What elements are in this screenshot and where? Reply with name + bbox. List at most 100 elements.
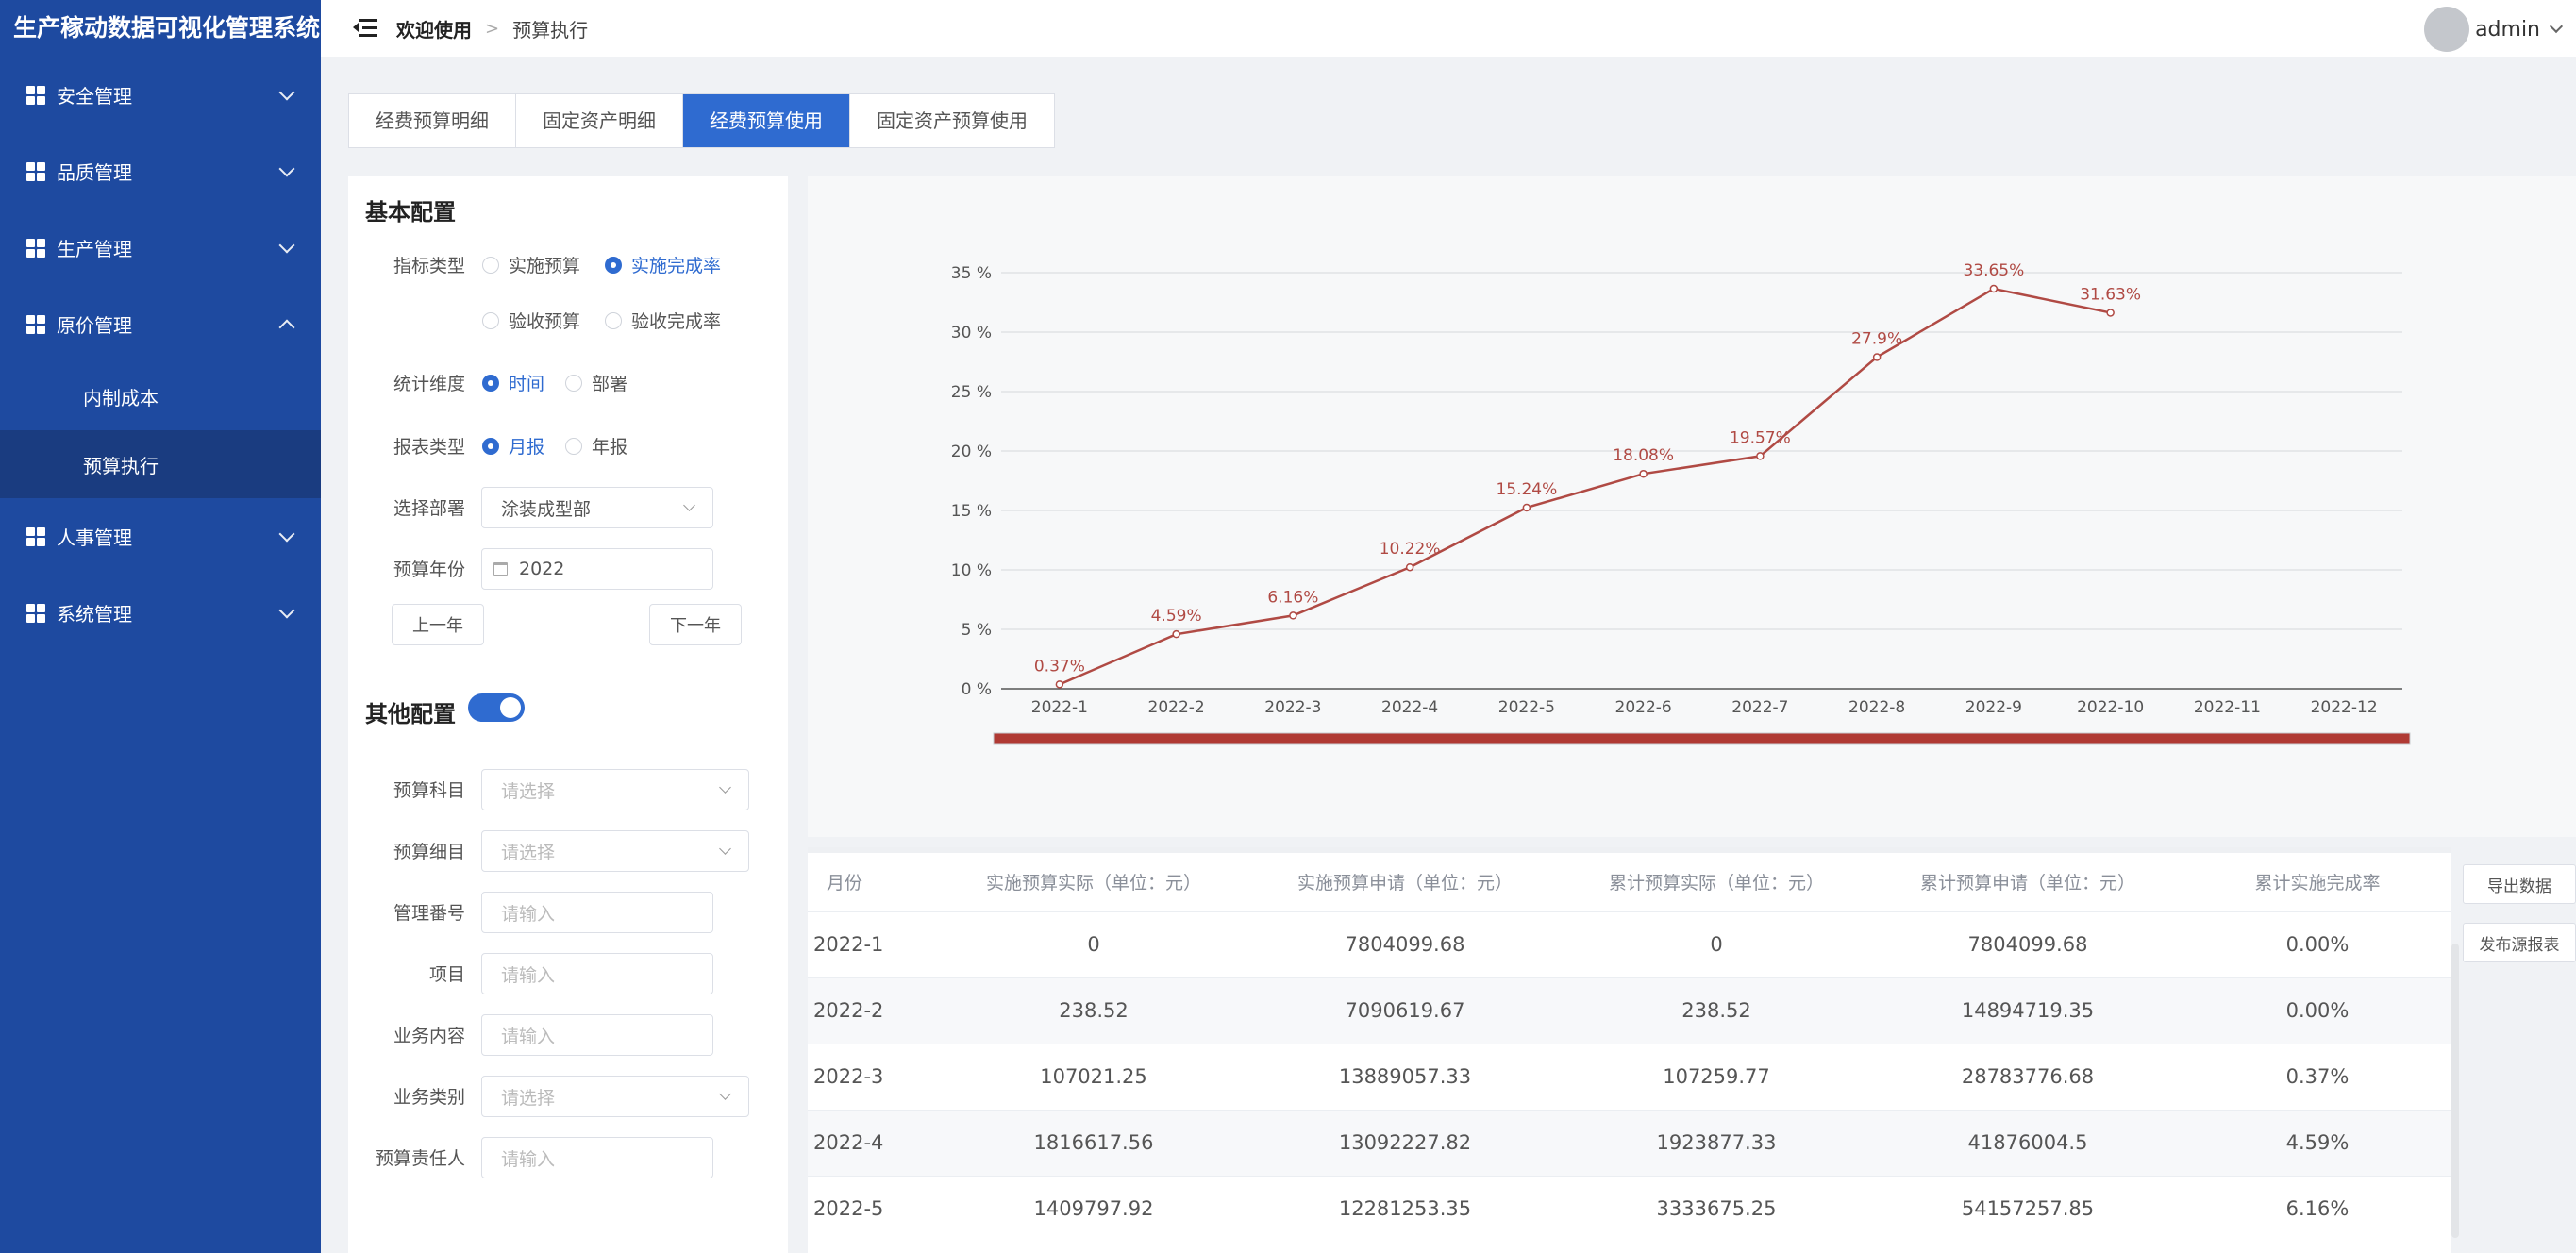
project-input[interactable]: 请输入 — [481, 953, 713, 994]
sidebar-item-cost[interactable]: 原价管理 — [0, 286, 321, 362]
sidebar-item-system[interactable]: 系统管理 — [0, 575, 321, 651]
cell-applied: 13092227.82 — [1249, 1109, 1561, 1176]
cell-cum-actual: 238.52 — [1561, 977, 1872, 1044]
radio-report-monthly[interactable]: 月报 — [482, 433, 544, 459]
radio-indicator-completion[interactable]: 实施完成率 — [605, 252, 721, 277]
x-tick-label: 2022-3 — [1264, 698, 1321, 717]
business-category-select[interactable]: 请选择 — [481, 1076, 749, 1117]
chevron-down-icon[interactable] — [2549, 19, 2564, 34]
y-tick-label: 5 % — [962, 621, 992, 640]
placeholder: 请输入 — [501, 903, 556, 925]
data-point — [1405, 562, 1414, 572]
table-header-row: 月份 实施预算实际（单位：元） 实施预算申请（单位：元） 累计预算实际（单位：元… — [808, 853, 2451, 911]
field-label: 预算细目 — [393, 842, 465, 862]
grid-icon — [26, 85, 45, 105]
radio-indicator-budget[interactable]: 实施预算 — [482, 252, 580, 277]
budget-owner-input[interactable]: 请输入 — [481, 1137, 713, 1178]
cell-month: 2022-5 — [808, 1175, 938, 1242]
user-menu[interactable]: admin — [2424, 7, 2564, 52]
sidebar-subitem-internal-cost[interactable]: 内制成本 — [0, 362, 321, 430]
chevron-up-icon — [278, 319, 295, 335]
radio-indicator-acceptance[interactable]: 验收预算 — [482, 308, 580, 333]
prev-year-button[interactable]: 上一年 — [392, 604, 484, 645]
grid-icon — [26, 603, 45, 623]
data-point — [1872, 353, 1882, 361]
business-content-input[interactable]: 请输入 — [481, 1014, 713, 1056]
department-select[interactable]: 涂装成型部 — [481, 487, 713, 528]
data-label: 31.63% — [2080, 285, 2141, 304]
sidebar-item-production[interactable]: 生产管理 — [0, 209, 321, 286]
top-header: 欢迎使用 > 预算执行 admin — [321, 0, 2576, 57]
column-header: 实施预算申请（单位：元） — [1296, 873, 1513, 894]
y-tick-label: 15 % — [951, 502, 992, 521]
year-picker[interactable]: 2022 — [481, 548, 713, 590]
cell-month: 2022-1 — [808, 911, 938, 977]
placeholder: 请输入 — [501, 1148, 556, 1170]
data-label: 19.57% — [1730, 428, 1791, 447]
field-label: 管理番号 — [393, 903, 465, 924]
field-label: 项目 — [428, 964, 465, 985]
cell-month: 2022-3 — [808, 1043, 938, 1110]
cell-cum-applied: 54157257.85 — [1872, 1175, 2183, 1242]
radio-label: 实施完成率 — [631, 256, 722, 276]
tab-fixed-asset-budget-usage[interactable]: 固定资产预算使用 — [850, 94, 1054, 147]
tab-expense-budget-detail[interactable]: 经费预算明细 — [349, 94, 516, 147]
config-panel: 基本配置 指标类型 实施预算 实施完成率 验收预算 验收完成率 统计维度 时间 … — [348, 176, 788, 1253]
x-tick-label: 2022-9 — [1965, 698, 2022, 717]
x-tick-label: 2022-7 — [1731, 698, 1788, 717]
radio-label: 验收完成率 — [631, 311, 722, 332]
budget-detail-select[interactable]: 请选择 — [481, 830, 749, 872]
sidebar-item-safety[interactable]: 安全管理 — [0, 57, 321, 133]
tab-fixed-asset-detail[interactable]: 固定资产明细 — [516, 94, 683, 147]
radio-indicator-acceptance-rate[interactable]: 验收完成率 — [605, 308, 721, 333]
placeholder: 请输入 — [501, 964, 556, 986]
chevron-down-icon — [278, 160, 295, 176]
table-scrollbar[interactable] — [2451, 944, 2459, 1238]
placeholder: 请选择 — [501, 842, 556, 863]
chevron-down-icon — [278, 237, 295, 253]
y-tick-label: 10 % — [951, 561, 992, 580]
y-tick-label: 20 % — [951, 443, 992, 461]
radio-dimension-time[interactable]: 时间 — [482, 370, 544, 395]
tab-expense-budget-usage[interactable]: 经费预算使用 — [683, 94, 850, 147]
export-data-button[interactable]: 导出数据 — [2463, 864, 2576, 904]
y-tick-label: 35 % — [951, 264, 992, 283]
column-header: 累计实施完成率 — [2254, 873, 2381, 894]
series-line — [1059, 287, 2111, 686]
breadcrumb-home[interactable]: 欢迎使用 — [396, 15, 472, 42]
next-year-button[interactable]: 下一年 — [649, 604, 742, 645]
cell-cum-applied: 14894719.35 — [1872, 977, 2183, 1044]
avatar[interactable] — [2424, 7, 2470, 52]
sidebar-item-hr[interactable]: 人事管理 — [0, 498, 321, 575]
budget-subject-select[interactable]: 请选择 — [481, 769, 749, 810]
radio-report-yearly[interactable]: 年报 — [565, 433, 627, 459]
table-row: 2022-1 0 7804099.68 0 7804099.68 0.00% — [808, 911, 2451, 977]
other-config-switch[interactable] — [468, 693, 525, 722]
report-type-label: 报表类型 — [393, 437, 465, 458]
cell-applied: 12281253.35 — [1249, 1175, 1561, 1242]
data-label: 15.24% — [1496, 480, 1557, 499]
sidebar-item-label: 品质管理 — [57, 161, 132, 184]
sidebar-item-label: 安全管理 — [57, 85, 132, 108]
cell-month: 2022-4 — [808, 1109, 938, 1176]
sidebar-subitem-budget-execution[interactable]: 预算执行 — [0, 430, 321, 498]
sidebar-item-quality[interactable]: 品质管理 — [0, 133, 321, 209]
username[interactable]: admin — [2475, 18, 2540, 42]
management-number-input[interactable]: 请输入 — [481, 892, 713, 933]
radio-icon — [482, 256, 499, 274]
x-tick-label: 2022-2 — [1148, 698, 1205, 717]
publish-report-button[interactable]: 发布源报表 — [2463, 923, 2576, 962]
table-row: 2022-3 107021.25 13889057.33 107259.77 2… — [808, 1043, 2451, 1110]
cell-actual: 1409797.92 — [938, 1175, 1249, 1242]
cell-actual: 0 — [938, 911, 1249, 977]
data-point — [1989, 284, 1999, 293]
other-config-title: 其他配置 — [365, 701, 456, 727]
radio-checked-icon — [482, 374, 499, 392]
menu-fold-icon[interactable] — [353, 18, 377, 39]
cell-cum-actual: 3333675.25 — [1561, 1175, 1872, 1242]
grid-icon — [26, 238, 45, 258]
radio-dimension-department[interactable]: 部署 — [565, 370, 627, 395]
x-tick-label: 2022-6 — [1615, 698, 1672, 717]
y-tick-label: 0 % — [962, 680, 992, 699]
radio-label: 月报 — [509, 437, 545, 458]
